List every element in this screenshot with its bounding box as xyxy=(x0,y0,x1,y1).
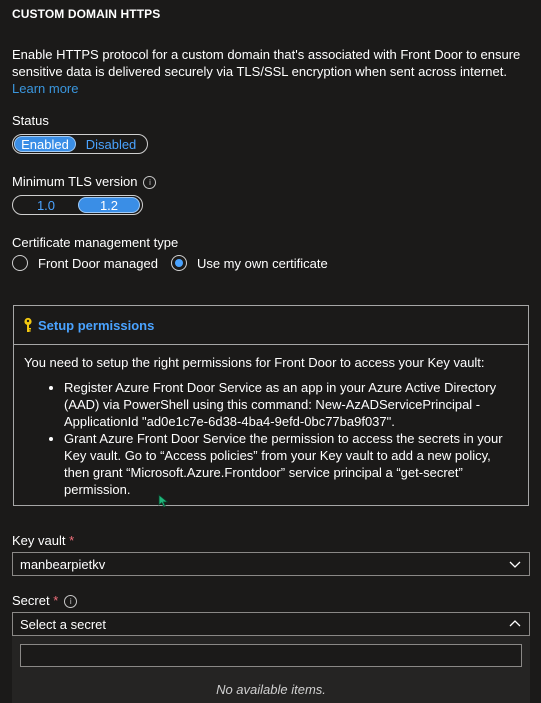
required-marker: * xyxy=(69,533,75,548)
chevron-up-icon xyxy=(509,620,521,627)
secret-dropdown-panel: No available items. xyxy=(12,636,530,703)
key-vault-value: manbearpietkv xyxy=(20,556,106,572)
secret-search-input[interactable] xyxy=(20,644,522,667)
permissions-intro: You need to setup the right permissions … xyxy=(24,355,485,370)
secret-placeholder: Select a secret xyxy=(20,616,106,632)
tls-label: Minimum TLS version i xyxy=(12,174,157,189)
section-title: CUSTOM DOMAIN HTTPS xyxy=(12,7,161,21)
status-label: Status xyxy=(12,113,49,128)
description-text: Enable HTTPS protocol for a custom domai… xyxy=(12,47,521,79)
setup-permissions-title[interactable]: Setup permissions xyxy=(38,318,154,333)
setup-permissions-header: Setup permissions xyxy=(14,306,528,345)
info-icon[interactable]: i xyxy=(64,595,78,608)
secret-label-text: Secret xyxy=(12,593,50,608)
key-icon xyxy=(24,317,32,332)
mouse-cursor-icon xyxy=(158,494,169,508)
setup-permissions-box: Setup permissions You need to setup the … xyxy=(13,305,529,506)
radio-label-use-own-certificate[interactable]: Use my own certificate xyxy=(197,256,328,271)
permissions-step-register: Register Azure Front Door Service as an … xyxy=(64,379,518,430)
key-vault-dropdown[interactable]: manbearpietkv xyxy=(12,552,530,576)
key-vault-label: Key vault * xyxy=(12,533,74,548)
learn-more-link[interactable]: Learn more xyxy=(12,81,78,96)
setup-permissions-body: You need to setup the right permissions … xyxy=(14,345,528,498)
secret-dropdown[interactable]: Select a secret xyxy=(12,612,530,636)
key-vault-label-text: Key vault xyxy=(12,533,66,548)
cert-type-radio-group: Front Door managed Use my own certificat… xyxy=(12,254,328,272)
tls-option-1-0[interactable]: 1.0 xyxy=(14,197,78,213)
chevron-down-icon xyxy=(509,561,521,568)
status-option-enabled[interactable]: Enabled xyxy=(14,136,76,152)
section-description: Enable HTTPS protocol for a custom domai… xyxy=(12,46,534,97)
radio-front-door-managed[interactable] xyxy=(12,255,28,271)
tls-version-toggle[interactable]: 1.0 1.2 xyxy=(12,195,143,215)
secret-label: Secret * i xyxy=(12,593,78,608)
status-option-disabled[interactable]: Disabled xyxy=(76,136,146,152)
radio-use-own-certificate[interactable] xyxy=(170,255,187,271)
permissions-list: Register Azure Front Door Service as an … xyxy=(24,379,518,498)
permissions-step-grant: Grant Azure Front Door Service the permi… xyxy=(64,430,518,498)
required-marker: * xyxy=(53,593,59,608)
status-toggle[interactable]: Enabled Disabled xyxy=(12,134,148,154)
cert-type-label: Certificate management type xyxy=(12,235,179,250)
tls-option-1-2[interactable]: 1.2 xyxy=(78,197,140,213)
tls-label-text: Minimum TLS version xyxy=(12,174,138,189)
radio-label-front-door-managed[interactable]: Front Door managed xyxy=(38,256,158,271)
info-icon[interactable]: i xyxy=(143,176,157,189)
empty-list-message: No available items. xyxy=(216,682,326,697)
